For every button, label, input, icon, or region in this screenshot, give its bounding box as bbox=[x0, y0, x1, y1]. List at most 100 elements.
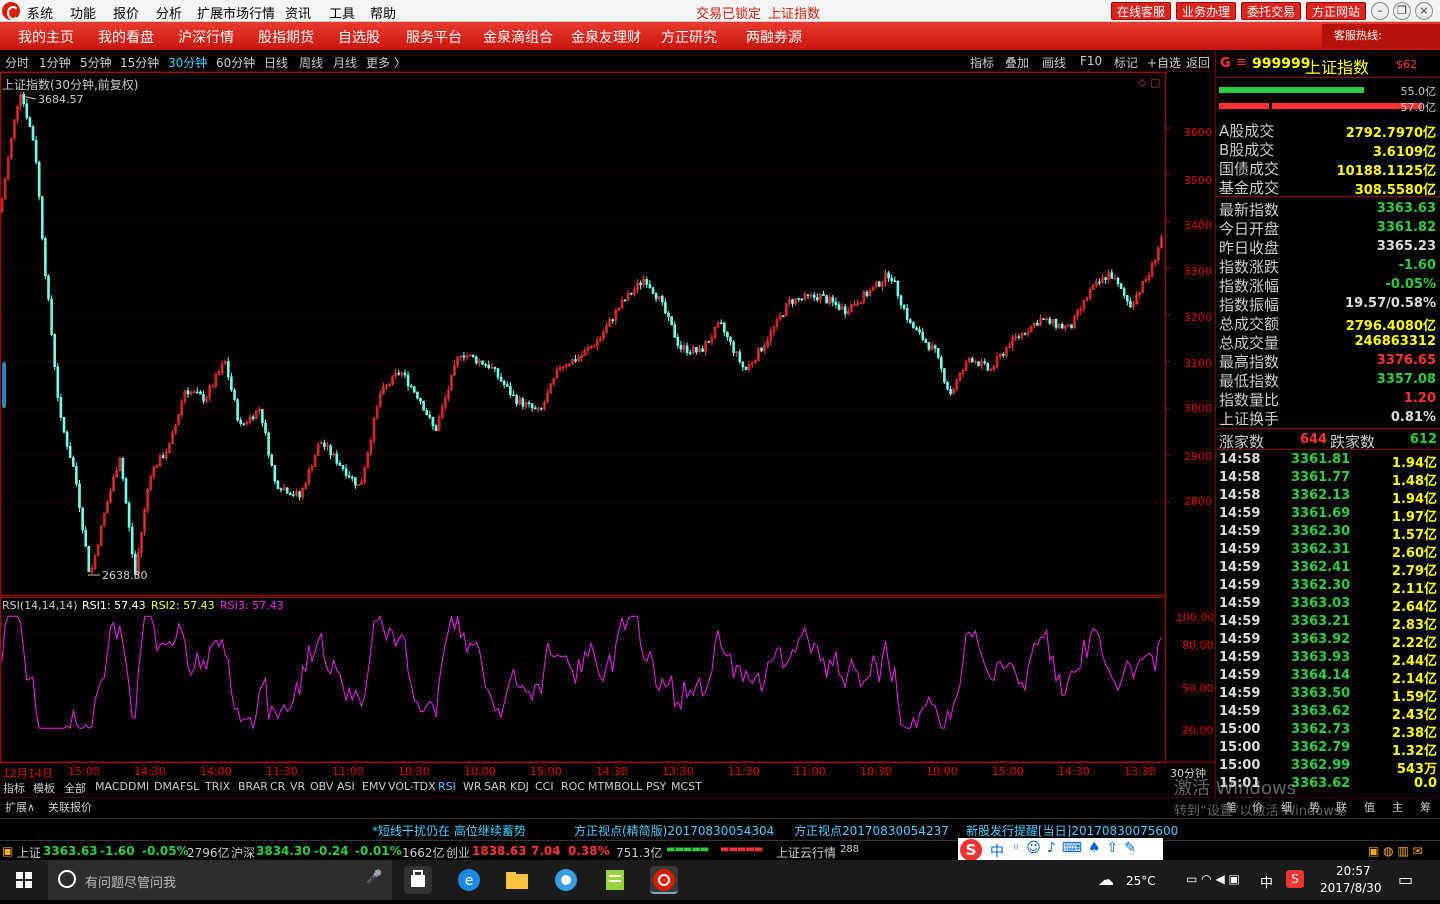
kline-chart[interactable] bbox=[0, 72, 1215, 778]
ime-mode[interactable]: 中 bbox=[990, 841, 1004, 861]
tick-row[interactable]: 14:59 3361.69 1.97亿 bbox=[1219, 506, 1437, 525]
minimize-icon[interactable]: – bbox=[1371, 2, 1389, 20]
ime-indicator[interactable]: 中 bbox=[1260, 872, 1273, 891]
menu-help[interactable]: 帮助 bbox=[370, 3, 396, 22]
tick-row[interactable]: 14:59 3362.30 2.11亿 bbox=[1219, 578, 1437, 597]
menu-quote[interactable]: 报价 bbox=[113, 3, 139, 22]
period-5min[interactable]: 5分钟 bbox=[80, 54, 112, 71]
period-timeshare[interactable]: 分时 bbox=[5, 54, 29, 71]
period-1min[interactable]: 1分钟 bbox=[39, 54, 71, 71]
period-30min[interactable]: 30分钟 bbox=[168, 54, 207, 71]
tick-row[interactable]: 14:59 3363.92 2.22亿 bbox=[1219, 632, 1437, 651]
nav-wealth[interactable]: 金泉友理财 bbox=[571, 27, 641, 47]
period-60min[interactable]: 60分钟 bbox=[216, 54, 255, 71]
ind-tab[interactable]: DMI bbox=[128, 780, 149, 793]
mic-icon[interactable]: 🎤 bbox=[366, 870, 382, 885]
ind-tab[interactable]: CR bbox=[270, 780, 285, 793]
period-monthly[interactable]: 月线 bbox=[333, 54, 357, 71]
related-quote-tab[interactable]: 关联报价 bbox=[48, 799, 92, 815]
menu-tools[interactable]: 工具 bbox=[329, 3, 355, 22]
ind-tab[interactable]: BRAR bbox=[238, 780, 268, 793]
ime-tool-icons[interactable]: ◦☺♪⌨♠⇧✎ bbox=[1012, 840, 1142, 856]
ind-tab[interactable]: VR bbox=[290, 780, 305, 793]
hotline-badge[interactable]: 客服热线: 95571 bbox=[1322, 24, 1440, 69]
menu-system[interactable]: 系统 bbox=[27, 3, 53, 22]
kline-chart-area[interactable]: 上证指数(30分钟,前复权) 3684.57 2638.30 ◇ ▢ 3600 … bbox=[0, 72, 1215, 798]
news-item[interactable]: 方正视点20170830054237 bbox=[794, 822, 949, 839]
tick-row[interactable]: 14:58 3361.81 1.94亿 bbox=[1219, 452, 1437, 471]
ind-tab[interactable]: WR bbox=[463, 780, 482, 793]
ind-tab[interactable]: EMV bbox=[362, 780, 386, 793]
online-service-button[interactable]: 在线客服 bbox=[1111, 2, 1172, 20]
tick-row[interactable]: 14:59 3363.21 2.83亿 bbox=[1219, 614, 1437, 633]
tick-row[interactable]: 14:58 3361.77 1.48亿 bbox=[1219, 470, 1437, 489]
rp-tab[interactable]: 主 bbox=[1392, 799, 1403, 815]
ind-tab[interactable]: ROC bbox=[561, 780, 585, 793]
ind-tab[interactable]: MTM bbox=[588, 780, 614, 793]
tick-row[interactable]: 14:59 3363.93 2.44亿 bbox=[1219, 650, 1437, 669]
tool-overlay[interactable]: 叠加 bbox=[1005, 54, 1029, 71]
menu-lines-icon[interactable]: ≡ bbox=[1236, 55, 1247, 70]
menu-analysis[interactable]: 分析 bbox=[156, 3, 182, 22]
ind-tab[interactable]: TRIX bbox=[205, 780, 230, 793]
sogou-icon[interactable]: S bbox=[960, 839, 982, 861]
tool-indicator[interactable]: 指标 bbox=[970, 54, 994, 71]
weather-icon[interactable]: ☁ bbox=[1098, 870, 1114, 889]
tick-row[interactable]: 14:59 3362.31 2.60亿 bbox=[1219, 542, 1437, 561]
period-weekly[interactable]: 周线 bbox=[299, 54, 323, 71]
edge-browser-icon[interactable]: e bbox=[455, 866, 483, 894]
file-explorer-icon[interactable] bbox=[503, 866, 531, 894]
tick-row[interactable]: 14:59 3363.50 1.59亿 bbox=[1219, 686, 1437, 705]
period-15min[interactable]: 15分钟 bbox=[120, 54, 159, 71]
nav-my-board[interactable]: 我的看盘 bbox=[98, 27, 154, 47]
order-trade-button[interactable]: 委托交易 bbox=[1241, 2, 1302, 20]
nav-service-platform[interactable]: 服务平台 bbox=[406, 27, 462, 47]
tick-row[interactable]: 15:00 3362.73 2.38亿 bbox=[1219, 722, 1437, 741]
notification-icon[interactable]: ▭ bbox=[1398, 870, 1413, 889]
tray-icons[interactable]: ▭ ◠ ◀ ▣ bbox=[1186, 872, 1240, 886]
ind-tab[interactable]: 全部 bbox=[64, 780, 86, 796]
nav-home[interactable]: 我的主页 bbox=[18, 27, 74, 47]
tick-row[interactable]: 15:00 3362.79 1.32亿 bbox=[1219, 740, 1437, 759]
sogou-tray-icon[interactable]: S bbox=[1286, 870, 1304, 888]
rp-tab[interactable]: 值 bbox=[1364, 799, 1375, 815]
expand-tab[interactable]: 扩展∧ bbox=[5, 799, 35, 815]
tick-row[interactable]: 14:59 3362.41 2.79亿 bbox=[1219, 560, 1437, 579]
ind-tab[interactable]: 指标 bbox=[3, 780, 25, 796]
chart-option-icon[interactable]: ◇ ▢ bbox=[1138, 76, 1160, 89]
tool-mark[interactable]: 标记 bbox=[1114, 54, 1138, 71]
tool-f10[interactable]: F10 bbox=[1080, 54, 1102, 68]
ie-browser-icon[interactable] bbox=[552, 866, 580, 894]
period-daily[interactable]: 日线 bbox=[264, 54, 288, 71]
tick-row[interactable]: 14:58 3362.13 1.94亿 bbox=[1219, 488, 1437, 507]
ind-tab[interactable]: PSY bbox=[646, 780, 666, 793]
news-item[interactable]: 方正视点(精简版)20170830054304 bbox=[574, 822, 774, 839]
website-button[interactable]: 方正网站 bbox=[1306, 2, 1367, 20]
close-icon[interactable]: × bbox=[1415, 2, 1433, 20]
nav-hs-market[interactable]: 沪深行情 bbox=[178, 27, 234, 47]
windows-start-icon[interactable] bbox=[0, 860, 48, 900]
cortana-search[interactable]: 有问题尽管问我 🎤 bbox=[48, 860, 392, 900]
restore-icon[interactable]: ❐ bbox=[1393, 2, 1411, 20]
news-item[interactable]: 新股发行提醒[当日]20170830075600 bbox=[966, 822, 1178, 839]
ind-tab[interactable]: ASI bbox=[337, 780, 355, 793]
ind-tab[interactable]: VOL-TDX bbox=[388, 780, 436, 793]
ind-tab[interactable]: CCI bbox=[535, 780, 554, 793]
founder-app-icon[interactable] bbox=[650, 866, 678, 894]
nav-portfolio[interactable]: 金泉滴组合 bbox=[483, 27, 553, 47]
store-icon[interactable] bbox=[404, 866, 432, 894]
tray-app-icons[interactable]: ▣ ◍ ▥ ✉ bbox=[1368, 844, 1423, 858]
ind-tab[interactable]: KDJ bbox=[510, 780, 529, 793]
news-item[interactable]: *短线干扰仍在 高位继续蓄势 bbox=[372, 822, 526, 839]
menu-function[interactable]: 功能 bbox=[70, 3, 96, 22]
ind-tab[interactable]: BOLL bbox=[614, 780, 642, 793]
ind-tab[interactable]: MCST bbox=[671, 780, 702, 793]
tick-row[interactable]: 14:59 3363.03 2.64亿 bbox=[1219, 596, 1437, 615]
ind-tab[interactable]: OBV bbox=[310, 780, 333, 793]
ind-tab[interactable]: MACD bbox=[95, 780, 128, 793]
tool-draw[interactable]: 画线 bbox=[1042, 54, 1066, 71]
nav-index-futures[interactable]: 股指期货 bbox=[258, 27, 314, 47]
tool-add-watch[interactable]: +自选 bbox=[1147, 54, 1181, 71]
menu-extended-market[interactable]: 扩展市场行情 bbox=[197, 3, 275, 22]
tool-back[interactable]: 返回 bbox=[1186, 54, 1210, 71]
